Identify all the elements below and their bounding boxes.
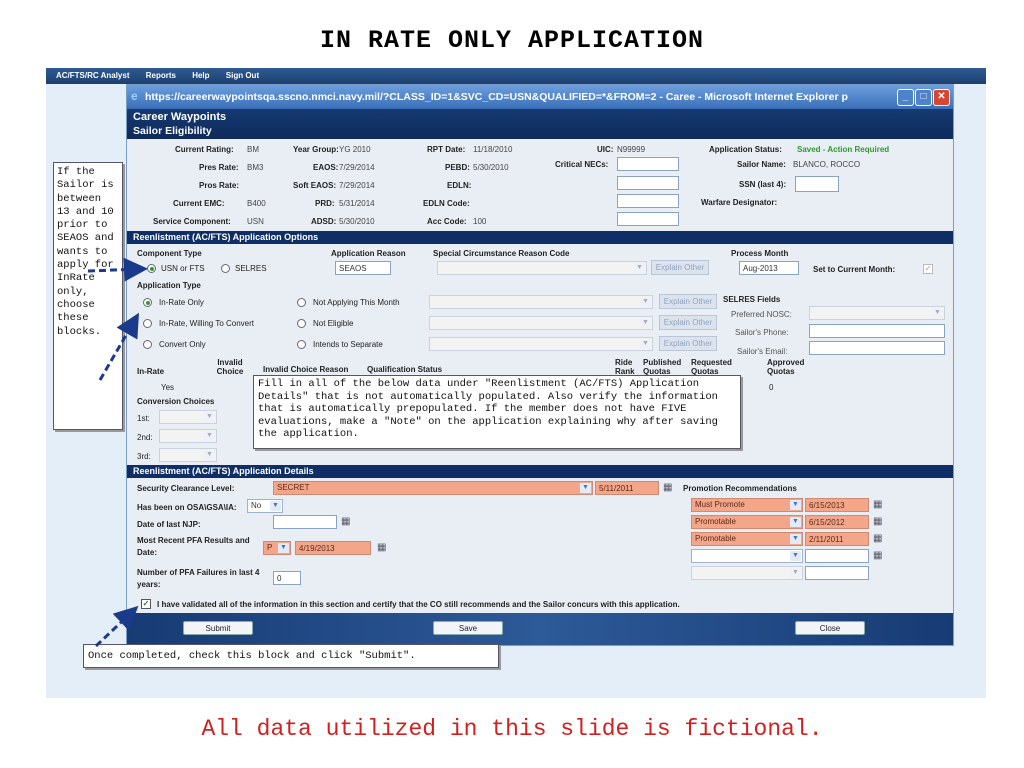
arrow-to-component-type [87,257,148,282]
fictional-data-note: All data utilized in this slide is ficti… [201,716,823,742]
arrow-to-application-type [98,312,140,381]
arrow-to-certify-checkbox [94,605,139,648]
annotation-arrows [87,257,148,648]
